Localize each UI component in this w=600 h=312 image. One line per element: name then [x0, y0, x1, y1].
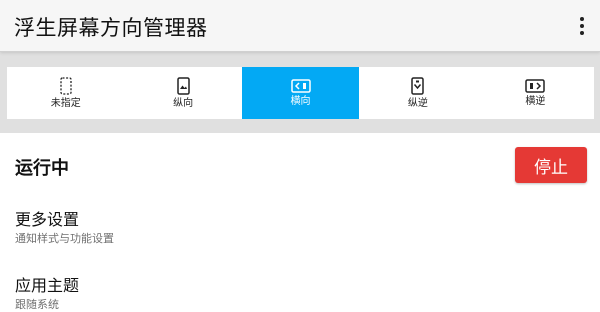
overflow-menu-icon[interactable]: [574, 13, 590, 39]
tab-reverse-portrait[interactable]: 纵逆: [359, 67, 476, 119]
tab-unspecified[interactable]: 未指定: [7, 67, 124, 119]
reverse-landscape-icon: [525, 78, 546, 93]
setting-title: 应用主题: [15, 276, 80, 295]
tab-label: 横向: [290, 95, 311, 107]
app-title: 浮生屏幕方向管理器: [14, 16, 208, 40]
tab-label: 未指定: [50, 97, 81, 109]
orientation-tabs: 未指定 纵向 横向 纵逆 横逆: [7, 67, 594, 119]
unspecified-orientation-icon: [60, 76, 72, 95]
service-status: 运行中: [15, 158, 69, 179]
portrait-icon: [176, 76, 190, 95]
setting-subtitle: 跟随系统: [15, 298, 59, 311]
setting-more-settings[interactable]: 更多设置 通知样式与功能设置: [15, 210, 575, 246]
main-panel: 运行中 停止 更多设置 通知样式与功能设置 应用主题 跟随系统: [0, 133, 600, 312]
tab-portrait[interactable]: 纵向: [124, 67, 241, 119]
app-bar: 浮生屏幕方向管理器: [0, 0, 600, 52]
tab-label: 纵向: [173, 97, 194, 109]
tab-landscape[interactable]: 横向: [241, 67, 360, 119]
setting-subtitle: 通知样式与功能设置: [15, 232, 114, 245]
landscape-icon: [290, 78, 311, 93]
setting-title: 更多设置: [15, 210, 80, 229]
tab-label: 纵逆: [407, 97, 428, 109]
setting-app-theme[interactable]: 应用主题 跟随系统: [15, 276, 575, 312]
tab-reverse-landscape[interactable]: 横逆: [477, 67, 594, 119]
reverse-portrait-icon: [411, 76, 425, 95]
stop-button[interactable]: 停止: [515, 147, 587, 183]
tab-label: 横逆: [525, 95, 546, 107]
